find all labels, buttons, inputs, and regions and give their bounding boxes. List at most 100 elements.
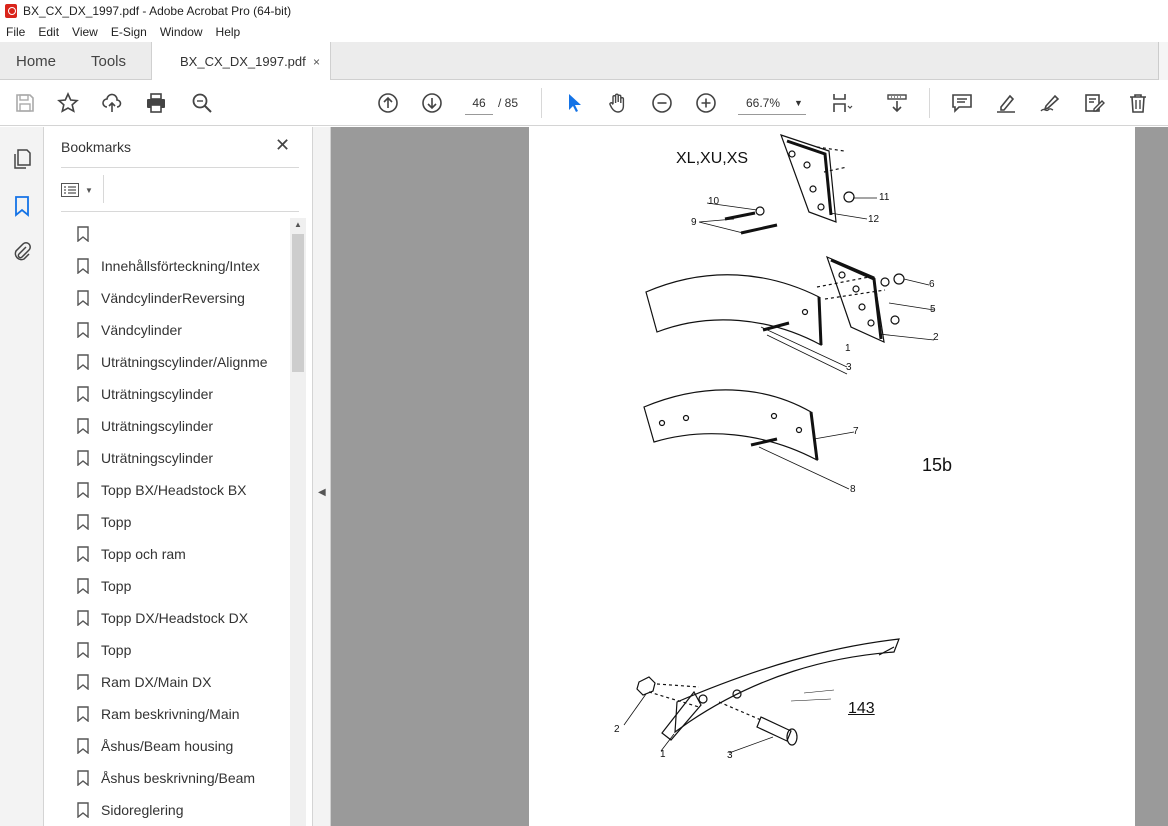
callout: 2 — [933, 332, 939, 343]
prev-page-icon[interactable] — [375, 90, 401, 116]
zoom-out-icon[interactable] — [649, 90, 675, 116]
bookmark-scrollbar[interactable]: ▲ — [290, 218, 306, 826]
star-icon[interactable] — [55, 90, 81, 116]
bookmark-options-button[interactable]: ▼ — [61, 175, 104, 203]
find-icon[interactable] — [189, 90, 215, 116]
document-viewer[interactable]: XL,XU,XS 15b 143 10 11 9 12 6 5 2 1 3 7 … — [331, 127, 1168, 826]
options-list-icon — [61, 183, 79, 197]
callout: 11 — [879, 192, 890, 203]
bookmark-label: Topp BX/Headstock BX — [101, 482, 247, 498]
scroll-up-icon[interactable]: ▲ — [294, 220, 302, 229]
callout: 7 — [853, 426, 859, 437]
divider — [61, 167, 299, 168]
bookmark-item[interactable]: Uträtningscylinder — [77, 378, 287, 410]
page-view-icon[interactable] — [829, 90, 855, 116]
tab-document[interactable]: BX_CX_DX_1997.pdf × — [151, 42, 331, 81]
bolt-shank — [756, 716, 792, 742]
highlight-icon[interactable] — [993, 90, 1019, 116]
left-navigation-rail — [0, 127, 44, 826]
bookmark-panel-icon[interactable] — [11, 195, 33, 217]
menu-edit[interactable]: Edit — [38, 25, 59, 39]
bookmark-item[interactable]: Sidoreglering — [77, 794, 287, 826]
hole — [838, 271, 846, 279]
delete-icon[interactable] — [1125, 90, 1151, 116]
bookmark-label: Sidoreglering — [101, 802, 184, 818]
bookmark-item[interactable]: Topp — [77, 570, 287, 602]
bookmark-item[interactable]: Vändcylinder — [77, 314, 287, 346]
leader-line — [698, 197, 877, 234]
menu-file[interactable]: File — [6, 25, 25, 39]
tab-home[interactable]: Home — [0, 42, 75, 80]
divider — [61, 211, 299, 212]
bookmarks-panel: Bookmarks ✕ ▼ Innehållsförteckning/Intex… — [45, 127, 313, 826]
toolbar-separator — [929, 88, 930, 118]
bookmark-item[interactable]: Topp DX/Headstock DX — [77, 602, 287, 634]
bookmark-item[interactable]: Uträtningscylinder/Alignme — [77, 346, 287, 378]
dashed-guide — [816, 146, 848, 173]
bookmark-item[interactable]: Åshus/Beam housing — [77, 730, 287, 762]
window-title: BX_CX_DX_1997.pdf - Adobe Acrobat Pro (6… — [23, 4, 292, 18]
next-page-icon[interactable] — [419, 90, 445, 116]
bookmark-item[interactable]: Innehållsförteckning/Intex — [77, 250, 287, 282]
hole — [801, 308, 809, 316]
bookmark-icon — [77, 706, 89, 722]
menu-help[interactable]: Help — [216, 25, 241, 39]
hole — [803, 161, 811, 169]
bookmark-label: Uträtningscylinder — [101, 418, 214, 434]
sign-icon[interactable] — [1037, 90, 1063, 116]
zoom-select[interactable]: 66.7% ▼ — [738, 91, 806, 115]
washer — [890, 315, 900, 325]
bookmark-item[interactable]: Topp BX/Headstock BX — [77, 474, 287, 506]
bookmark-item[interactable] — [77, 218, 287, 250]
select-cursor-icon[interactable] — [561, 90, 587, 116]
bookmark-icon — [77, 770, 89, 786]
page-thumbnails-icon[interactable] — [11, 148, 33, 170]
hand-icon[interactable] — [605, 90, 631, 116]
bookmark-item[interactable]: Åshus beskrivning/Beam — [77, 762, 287, 794]
toolbar — [0, 80, 1168, 126]
scrollbar-thumb[interactable] — [292, 234, 304, 372]
menu-esign[interactable]: E-Sign — [111, 25, 147, 39]
bookmark-label: Uträtningscylinder/Alignme — [101, 354, 268, 370]
zoom-value: 66.7% — [746, 95, 781, 110]
page-number-input[interactable] — [465, 91, 493, 115]
bolt — [724, 211, 756, 221]
bookmark-item[interactable]: Topp — [77, 634, 287, 666]
bookmark-item[interactable]: Uträtningscylinder — [77, 410, 287, 442]
bookmark-item[interactable]: VändcylinderReversing — [77, 282, 287, 314]
bookmark-item[interactable]: Topp och ram — [77, 538, 287, 570]
bookmark-list: Innehållsförteckning/Intex VändcylinderRe… — [77, 218, 287, 826]
attachment-icon[interactable] — [11, 241, 33, 263]
bookmark-label: Vändcylinder — [101, 322, 182, 338]
tab-scroll-button[interactable] — [1158, 42, 1168, 80]
comment-icon[interactable] — [949, 90, 975, 116]
bookmark-label: Åshus/Beam housing — [101, 738, 234, 754]
edit-icon[interactable] — [1081, 90, 1107, 116]
menu-view[interactable]: View — [72, 25, 98, 39]
callout: 10 — [708, 196, 720, 207]
collapse-arrow-icon[interactable]: ◀ — [318, 487, 326, 498]
bookmark-item[interactable]: Ram DX/Main DX — [77, 666, 287, 698]
figure-label: 15b — [922, 455, 953, 475]
blade-edge — [809, 411, 819, 461]
tab-tools[interactable]: Tools — [75, 42, 151, 80]
panel-collapse-strip[interactable]: ◀ — [313, 127, 331, 826]
callout: 3 — [846, 362, 852, 373]
bookmark-item[interactable]: Uträtningscylinder — [77, 442, 287, 474]
acrobat-app-icon — [5, 4, 17, 18]
bookmarks-header: Bookmarks — [61, 139, 132, 155]
print-icon[interactable] — [143, 90, 169, 116]
callout: 2 — [614, 724, 620, 735]
bookmark-item[interactable]: Ram beskrivning/Main — [77, 698, 287, 730]
zoom-in-icon[interactable] — [693, 90, 719, 116]
divider — [103, 175, 104, 203]
save-icon[interactable] — [12, 90, 38, 116]
menu-window[interactable]: Window — [160, 25, 203, 39]
pdf-page: XL,XU,XS 15b 143 10 11 9 12 6 5 2 1 3 7 … — [529, 127, 1135, 826]
close-panel-icon[interactable]: ✕ — [275, 135, 290, 156]
bookmark-item[interactable]: Topp — [77, 506, 287, 538]
close-tab-icon[interactable]: × — [313, 55, 320, 69]
upload-icon[interactable] — [99, 90, 125, 116]
parts-drawing — [623, 134, 935, 754]
scroll-mode-icon[interactable] — [884, 90, 910, 116]
